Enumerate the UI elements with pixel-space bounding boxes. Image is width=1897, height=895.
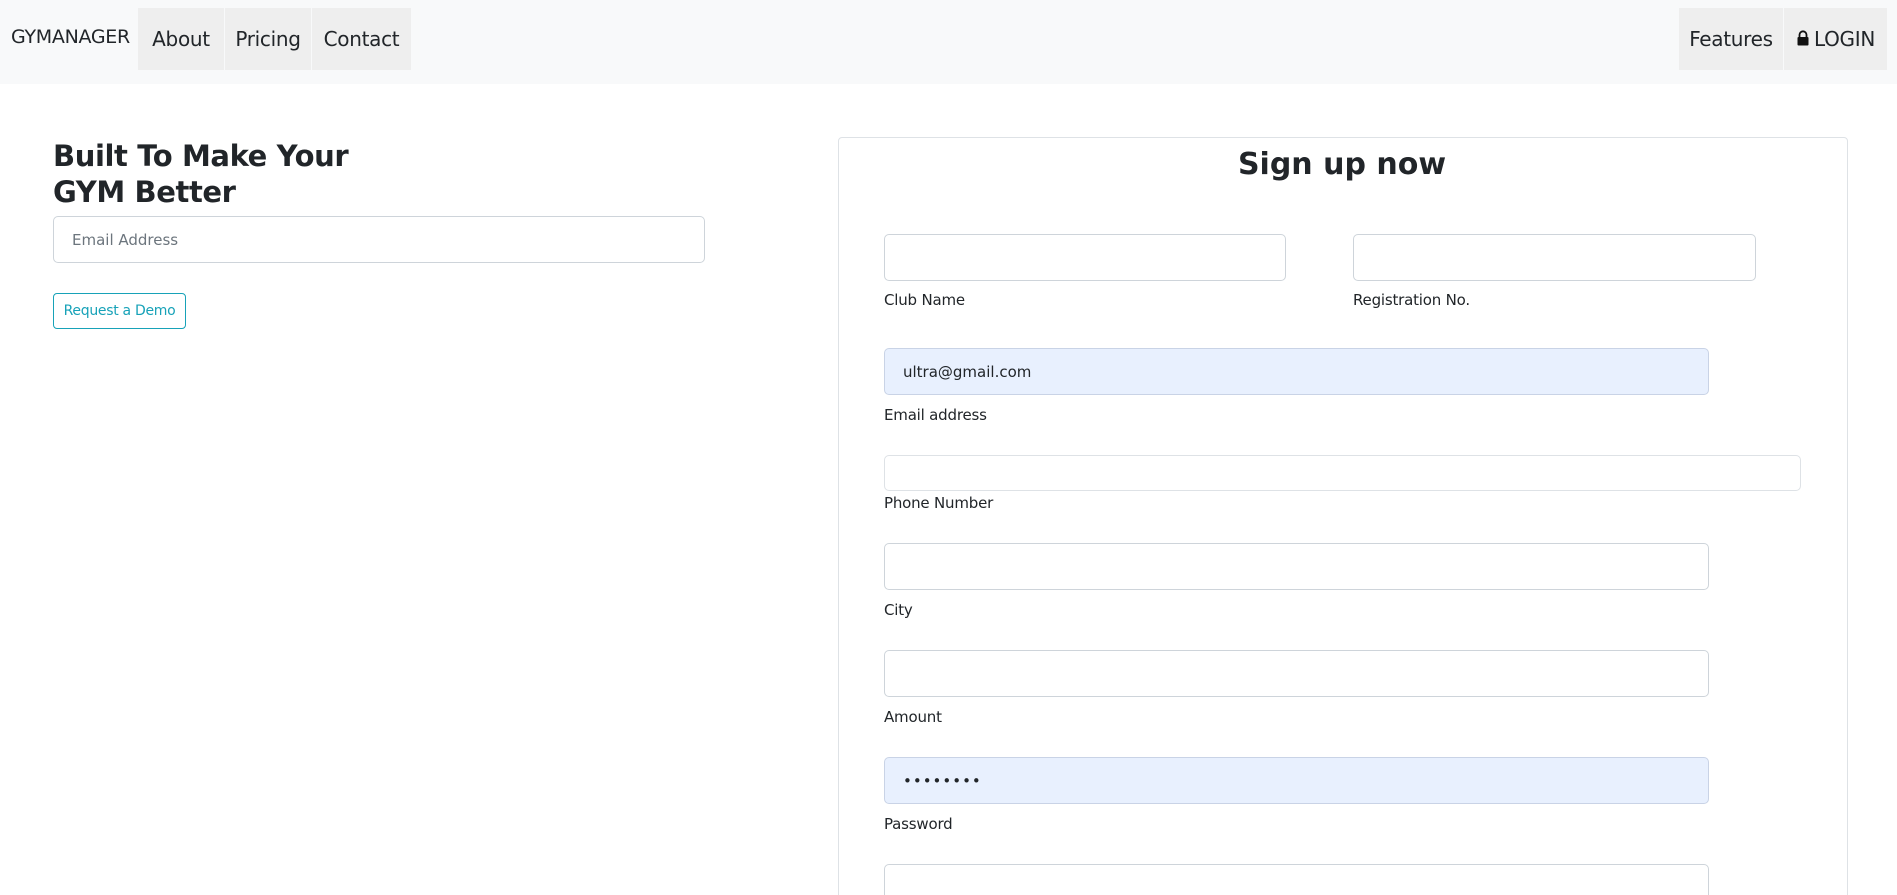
club-name-input[interactable] [884,234,1286,281]
nav-login[interactable]: LOGIN [1784,8,1887,70]
next-field-input[interactable] [884,864,1709,895]
lock-icon [1797,30,1809,46]
nav-pricing[interactable]: Pricing [225,8,311,70]
phone-label: Phone Number [884,494,994,512]
amount-input[interactable] [884,650,1709,697]
amount-label: Amount [884,708,942,726]
registration-label: Registration No. [1353,291,1470,309]
request-demo-button[interactable]: Request a Demo [53,293,186,329]
email-input[interactable] [884,348,1709,395]
password-input[interactable] [884,757,1709,804]
navbar: GYMANAGER About Pricing Contact Features… [0,0,1897,84]
nav-contact[interactable]: Contact [312,8,411,70]
nav-features[interactable]: Features [1679,8,1783,70]
hero-email-input[interactable] [53,216,705,263]
city-label: City [884,601,913,619]
signup-title: Sign up now [1237,147,1447,182]
club-name-label: Club Name [884,291,965,309]
registration-input[interactable] [1353,234,1756,281]
city-input[interactable] [884,543,1709,590]
email-label: Email address [884,406,987,424]
brand-logo[interactable]: GYMANAGER [11,26,130,48]
phone-input[interactable] [884,455,1801,491]
nav-about[interactable]: About [138,8,224,70]
password-label: Password [884,815,953,833]
